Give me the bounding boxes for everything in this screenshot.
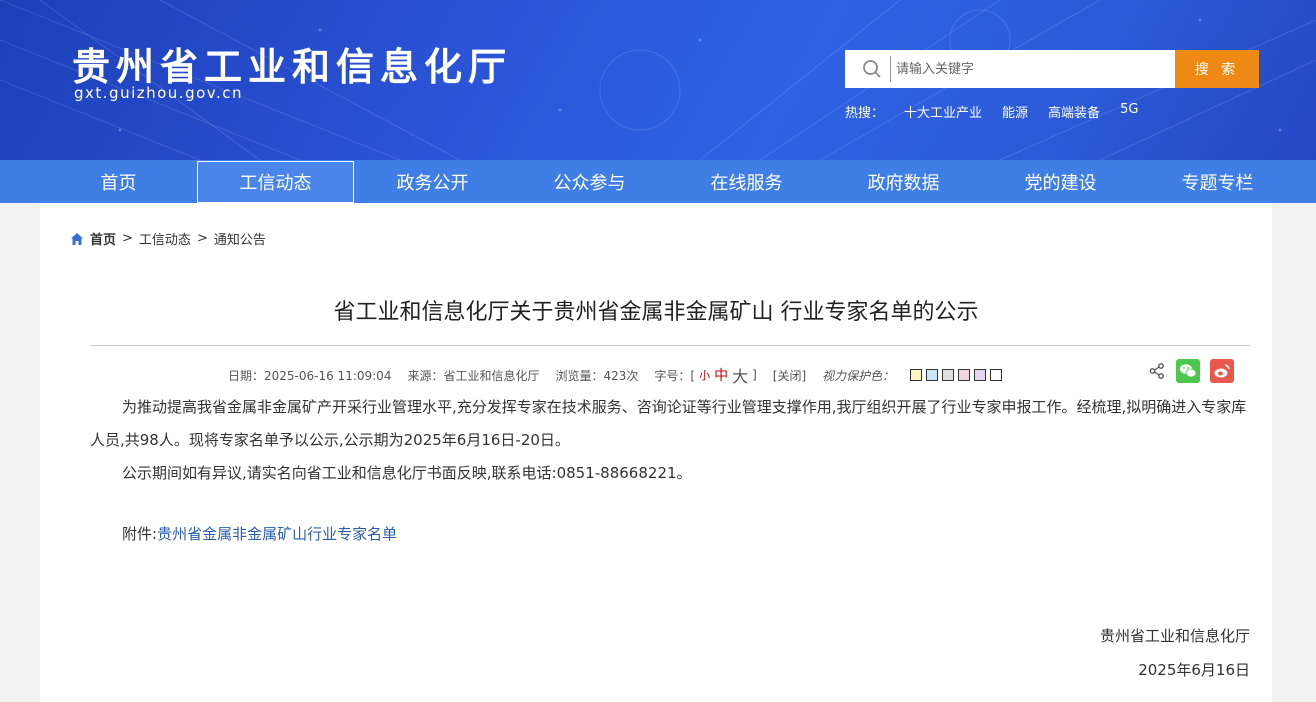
home-icon (71, 232, 83, 245)
search-icon (863, 60, 881, 78)
meta-date: 日期：2025-06-16 11:09:04 (228, 368, 392, 383)
breadcrumb-level2[interactable]: 通知公告 (214, 229, 266, 248)
nav-item-news[interactable]: 工信动态 (197, 161, 354, 203)
font-size-close-bracket: ] (752, 368, 757, 382)
breadcrumb-separator: > (196, 231, 208, 246)
attachment-label: 附件: (122, 525, 158, 543)
share-bar (1148, 359, 1234, 383)
article-body: 为推动提高我省金属非金属矿产开采行业管理水平,充分发挥专家在技术服务、咨询论证等… (90, 391, 1250, 490)
nav-item-party[interactable]: 党的建设 (982, 160, 1139, 203)
hot-search-label: 热搜： (845, 106, 885, 121)
eye-protection-swatches (910, 369, 1003, 381)
font-size-large-button[interactable]: 大 (732, 363, 748, 387)
article-meta: 日期：2025-06-16 11:09:04 来源：省工业和信息化厅 浏览量：4… (228, 363, 1003, 387)
article-paragraph: 公示期间如有异议,请实名向省工业和信息化厅书面反映,联系电话:0851-8866… (122, 464, 692, 482)
wechat-share-icon[interactable] (1176, 359, 1200, 383)
nav-item-online-service[interactable]: 在线服务 (668, 160, 825, 203)
color-swatch-yellow[interactable] (910, 369, 923, 381)
font-size-control: 字号：[ 小 中 大 ] (654, 363, 756, 387)
hot-search-item[interactable]: 5G (1120, 102, 1138, 121)
title-divider (90, 345, 1250, 346)
breadcrumb-home[interactable]: 首页 (90, 229, 116, 248)
article-title: 省工业和信息化厅关于贵州省金属非金属矿山 行业专家名单的公示 (333, 300, 979, 325)
close-button[interactable]: [关闭] (773, 367, 806, 384)
meta-views: 浏览量：423次 (555, 368, 639, 383)
breadcrumb-level1[interactable]: 工信动态 (139, 229, 191, 248)
search-button[interactable]: 搜 索 (1175, 50, 1259, 88)
search-input[interactable] (890, 56, 1170, 82)
weibo-share-icon[interactable] (1210, 359, 1234, 383)
hot-search-item[interactable]: 能源 (1002, 102, 1028, 121)
share-icon[interactable] (1148, 362, 1166, 380)
signature-org: 贵州省工业和信息化厅 (1099, 627, 1250, 645)
nav-item-topics[interactable]: 专题专栏 (1139, 160, 1296, 203)
color-swatch-gray[interactable] (942, 369, 955, 381)
signature-date: 2025年6月16日 (1138, 661, 1250, 679)
color-swatch-blue[interactable] (926, 369, 939, 381)
site-header: 贵州省工业和信息化厅 gxt.guizhou.gov.cn 搜 索 热搜： 十大… (0, 0, 1316, 160)
hot-search-item[interactable]: 十大工业产业 (904, 102, 982, 121)
nav-item-home[interactable]: 首页 (40, 160, 197, 203)
site-title: 贵州省工业和信息化厅 (72, 45, 513, 89)
meta-source: 来源：省工业和信息化厅 (407, 368, 540, 383)
font-size-label: 字号：[ (654, 368, 696, 383)
eye-protection-label: 视力保护色： (822, 368, 895, 383)
site-url: gxt.guizhou.gov.cn (74, 84, 244, 102)
color-swatch-pink[interactable] (958, 369, 971, 381)
color-swatch-purple[interactable] (974, 369, 987, 381)
breadcrumb-separator: > (122, 231, 133, 246)
nav-item-participation[interactable]: 公众参与 (511, 160, 668, 203)
attachment-link[interactable]: 贵州省金属非金属矿山行业专家名单 (157, 525, 397, 543)
breadcrumb: 首页 > 工信动态 > 通知公告 (70, 229, 266, 248)
nav-item-gov-affairs[interactable]: 政务公开 (354, 160, 511, 203)
main-nav: 首页 工信动态 政务公开 公众参与 在线服务 政府数据 党的建设 专题专栏 (0, 160, 1316, 203)
nav-item-gov-data[interactable]: 政府数据 (825, 160, 982, 203)
hot-search: 热搜： 十大工业产业 能源 高端装备 5G (845, 102, 1138, 121)
article-paragraph: 为推动提高我省金属非金属矿产开采行业管理水平,充分发挥专家在技术服务、咨询论证等… (90, 398, 1247, 449)
article-container: 首页 > 工信动态 > 通知公告 省工业和信息化厅关于贵州省金属非金属矿山 行业… (40, 203, 1272, 702)
hot-search-item[interactable]: 高端装备 (1048, 102, 1100, 121)
color-swatch-white[interactable] (990, 369, 1003, 381)
font-size-small-button[interactable]: 小 (699, 367, 710, 383)
attachment: 附件:贵州省金属非金属矿山行业专家名单 (122, 523, 397, 544)
font-size-medium-button[interactable]: 中 (714, 365, 728, 385)
